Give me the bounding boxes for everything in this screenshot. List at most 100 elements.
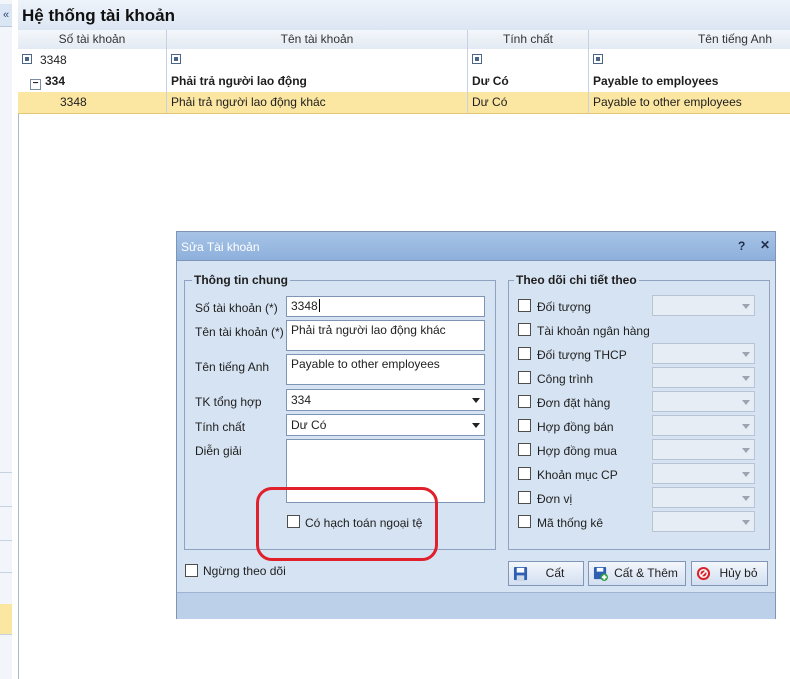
tracking-item-label: Mã thống kê [537,516,604,530]
row-account-no: 3348 [18,92,167,113]
dialog-title-bar[interactable]: Sửa Tài khoản ? ✕ [177,232,775,261]
page-title: Hệ thống tài khoản [22,6,175,25]
inactive-checkbox[interactable] [185,564,198,577]
column-header-account-no[interactable]: Số tài khoản [18,30,167,49]
collapse-panel-icon[interactable]: « [0,4,12,27]
dropdown-arrow-icon[interactable] [468,415,484,435]
account-no-field[interactable]: 3348 [286,296,485,317]
tracking-item-label: Đơn vị [537,492,573,506]
tracking-select-disabled [652,463,755,484]
collapse-group-icon[interactable]: − [30,79,41,90]
tracking-legend: Theo dõi chi tiết theo [514,273,639,287]
account-no-value: 3348 [291,299,318,313]
filter-operator-icon[interactable] [22,54,32,64]
account-no-label: Số tài khoản (*) [195,301,278,315]
table-row-selected[interactable]: 3348 Phải trả người lao động khác Dư Có … [18,92,790,114]
tracking-checkbox[interactable] [518,395,531,408]
dialog-title: Sửa Tài khoản [181,240,260,254]
tracking-select-disabled [652,295,755,316]
account-name-field[interactable]: Phải trả người lao động khác [286,320,485,351]
tracking-item-label: Đơn đặt hàng [537,396,611,410]
english-name-value: Payable to other employees [291,357,440,371]
tracking-select-disabled [652,511,755,532]
english-name-label: Tên tiếng Anh [195,360,270,374]
english-name-field[interactable]: Payable to other employees [286,354,485,385]
tracking-checkbox[interactable] [518,419,531,432]
description-label: Diễn giải [195,444,242,458]
tracking-item-label: Công trình [537,372,594,386]
tracking-select-disabled [652,391,755,412]
filter-operator-icon[interactable] [171,54,181,64]
nav-row[interactable] [0,572,12,595]
tracking-checkbox[interactable] [518,443,531,456]
row-account-name: Phải trả người lao động khác [167,92,468,113]
cancel-button-label: Hủy bỏ [719,566,758,580]
highlight-annotation [256,487,438,561]
nature-label: Tính chất [195,420,246,434]
parent-account-select[interactable]: 334 [286,389,485,411]
column-header-account-name[interactable]: Tên tài khoản [167,30,468,49]
dialog-bottom-bar [177,592,775,619]
help-icon[interactable]: ? [738,239,745,253]
parent-account-label: TK tổng hợp [195,395,262,409]
tracking-select-disabled [652,487,755,508]
text-caret [318,299,320,312]
group-row[interactable]: −334 Phải trả người lao động Dư Có Payab… [18,70,790,93]
edit-account-dialog: Sửa Tài khoản ? ✕ Thông tin chung Số tài… [176,231,776,619]
tracking-item-label: Đối tượng [537,300,591,314]
save-button-label: Cất [545,566,565,580]
filter-row: 3348 [18,49,790,71]
dropdown-arrow-icon[interactable] [468,390,484,410]
tracking-item-label: Khoản mục CP [537,468,618,482]
tracking-checkbox[interactable] [518,347,531,360]
group-account-no: −334 [18,70,167,92]
nature-select[interactable]: Dư Có [286,414,485,436]
group-account-name: Phải trả người lao động [167,70,468,92]
filter-cell-english-name[interactable] [589,49,790,70]
nav-row[interactable] [0,634,12,657]
filter-cell-account-no[interactable]: 3348 [18,49,167,70]
nav-row-selected[interactable] [0,604,12,634]
group-account-value: 334 [45,74,66,88]
general-info-legend: Thông tin chung [192,273,290,287]
filter-operator-icon[interactable] [593,54,603,64]
row-english-name: Payable to other employees [593,95,742,109]
inactive-label: Ngừng theo dõi [203,564,286,578]
nature-value: Dư Có [291,418,327,432]
group-english-name: Payable to employees [593,74,719,88]
row-nature: Dư Có [468,92,589,113]
group-nature: Dư Có [468,70,589,92]
tracking-checkbox[interactable] [518,299,531,312]
cancel-button[interactable]: Hủy bỏ [691,561,768,586]
save-and-new-button-label: Cất & Thêm [614,566,678,580]
parent-account-value: 334 [291,393,312,407]
nav-row[interactable] [0,506,12,529]
tracking-select-disabled [652,343,755,364]
filter-operator-icon[interactable] [472,54,482,64]
tracking-item-label: Hợp đồng bán [537,420,614,434]
tracking-checkbox[interactable] [518,323,531,336]
tracking-checkbox[interactable] [518,491,531,504]
tracking-item-label: Tài khoản ngân hàng [537,324,650,338]
tracking-select-disabled [652,439,755,460]
close-icon[interactable]: ✕ [760,238,770,252]
page-title-bar: Hệ thống tài khoản [18,0,790,31]
tracking-item-label: Đối tượng THCP [537,348,627,362]
filter-cell-account-name[interactable] [167,49,468,70]
nav-row[interactable] [0,472,12,495]
grid-header: Số tài khoản Tên tài khoản Tính chất Tên… [18,30,790,50]
tracking-select-disabled [652,415,755,436]
save-button[interactable]: Cất [508,561,584,586]
save-and-new-button[interactable]: Cất & Thêm [588,561,686,586]
column-header-english-name[interactable]: Tên tiếng Anh [589,30,790,49]
tracking-checkbox[interactable] [518,515,531,528]
filter-cell-nature[interactable] [468,49,589,70]
column-header-nature[interactable]: Tính chất [468,30,589,49]
tracking-item-label: Hợp đồng mua [537,444,617,458]
account-name-value: Phải trả người lao động khác [291,323,446,337]
filter-value[interactable]: 3348 [40,53,67,67]
nav-row[interactable] [0,540,12,563]
tracking-checkbox[interactable] [518,371,531,384]
tracking-select-disabled [652,367,755,388]
tracking-checkbox[interactable] [518,467,531,480]
